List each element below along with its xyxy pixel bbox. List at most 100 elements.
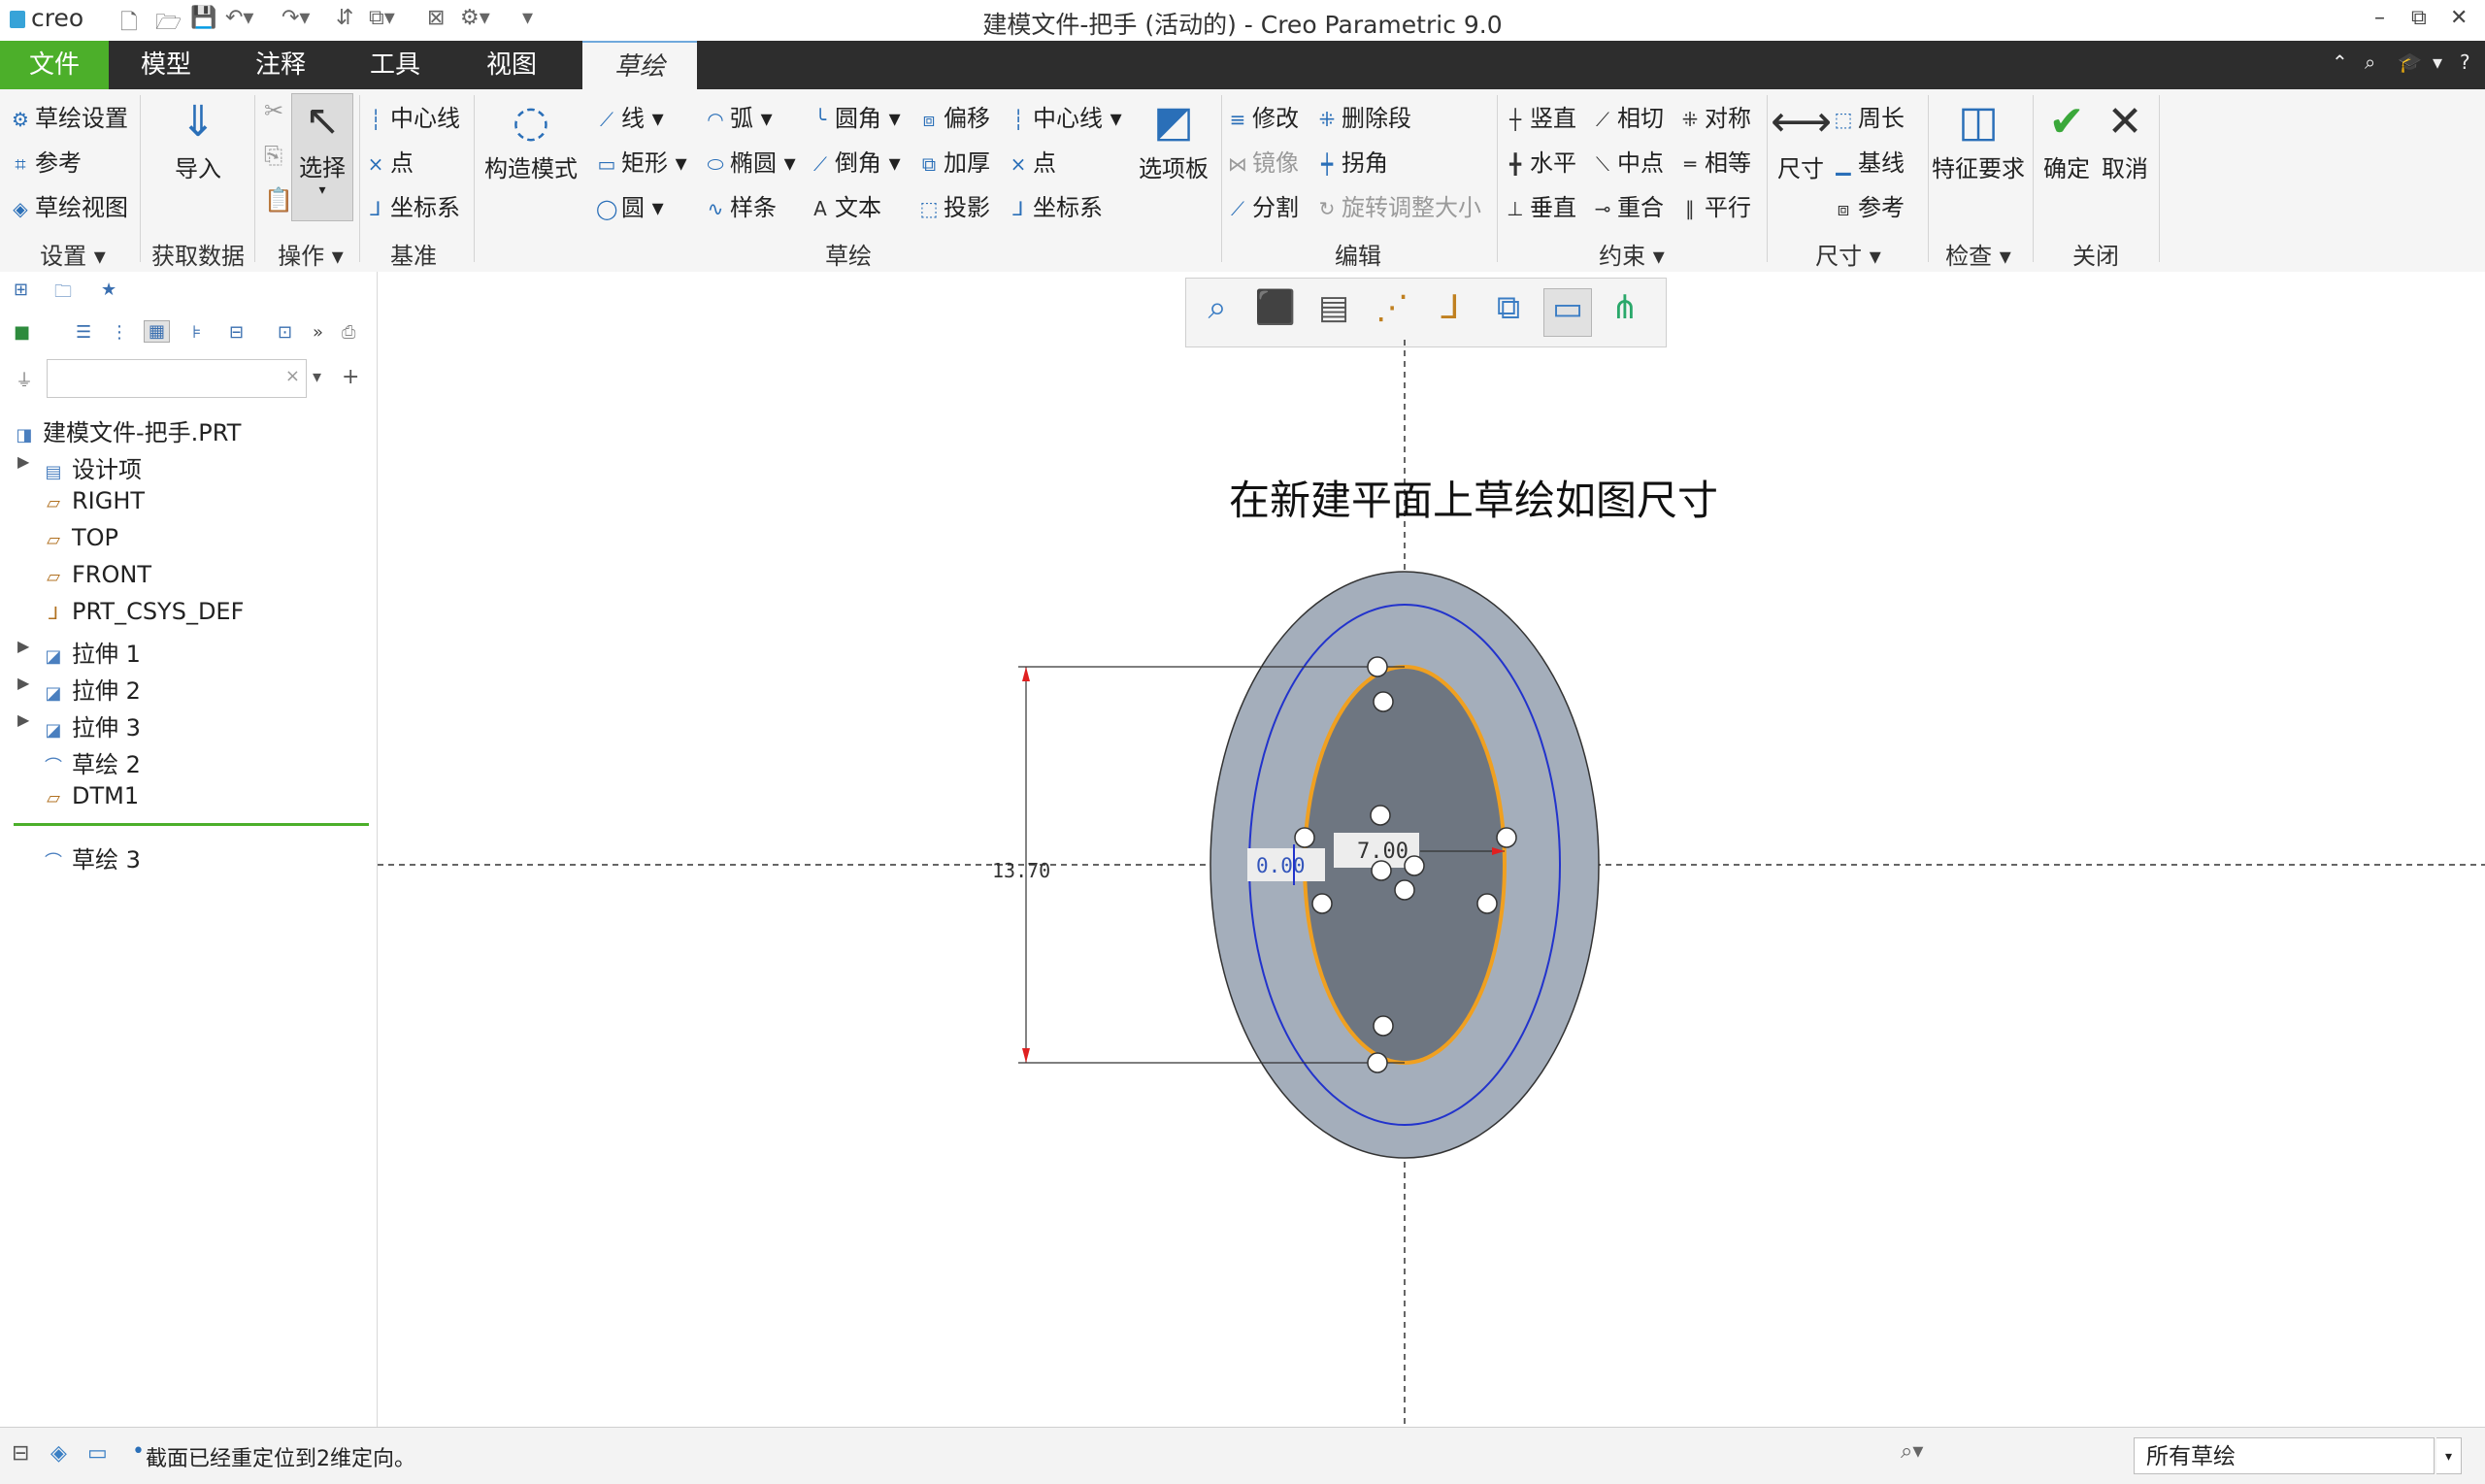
toggle-navigator-icon[interactable]: ⊟: [12, 1441, 29, 1466]
constraint-marker[interactable]: [1371, 860, 1392, 881]
fillet-button[interactable]: ╰ 圆角 ▾: [810, 99, 901, 133]
collapse-ribbon-icon[interactable]: ⌃: [2332, 50, 2348, 74]
paste-icon[interactable]: 📋: [264, 186, 293, 214]
tree-settings-icon[interactable]: ⊡: [278, 322, 292, 343]
tree-item-front[interactable]: ▱ FRONT: [43, 561, 151, 588]
tab-tools[interactable]: 工具: [338, 41, 452, 89]
find-icon[interactable]: ⌕▾: [1901, 1439, 1923, 1464]
browser-icon[interactable]: ◈: [50, 1441, 67, 1466]
tab-file[interactable]: 文件: [0, 41, 109, 89]
sketch-point-button[interactable]: × 点: [1008, 144, 1056, 178]
sketch-csys-button[interactable]: ⅃ 坐标系: [1008, 188, 1103, 222]
parallel-constraint-button[interactable]: ∥ 平行: [1679, 188, 1751, 222]
tree-page-icon[interactable]: ⎙: [342, 322, 355, 343]
palette-button[interactable]: ◩ 选项板: [1130, 95, 1217, 183]
rotate-resize-button[interactable]: ↻ 旋转调整大小: [1316, 188, 1481, 222]
clear-icon[interactable]: ×: [285, 366, 300, 386]
construction-mode-button[interactable]: ◌ 构造模式: [478, 95, 584, 183]
perimeter-button[interactable]: ⬚ 周长: [1833, 99, 1905, 133]
chevron-down-icon[interactable]: ▾: [2436, 1437, 2462, 1474]
model-display-icon[interactable]: ■: [14, 322, 30, 343]
add-icon[interactable]: +: [342, 365, 359, 389]
sketch-setup-button[interactable]: ⚙ 草绘设置: [10, 99, 128, 133]
reference-dimension-button[interactable]: ⧈ 参考: [1833, 188, 1905, 222]
learning-icon[interactable]: 🎓: [2398, 50, 2422, 74]
line-button[interactable]: ⟋ 线 ▾: [596, 99, 664, 133]
spline-button[interactable]: ∿ 样条: [705, 188, 777, 222]
chamfer-button[interactable]: ⟋ 倒角 ▾: [810, 144, 901, 178]
tree-item-extrude-1[interactable]: ▶ ◪ 拉伸 1: [17, 635, 141, 669]
ok-button[interactable]: ✔ 确定: [2038, 95, 2095, 183]
close-button[interactable]: ✕: [2450, 6, 2468, 30]
vertical-constraint-button[interactable]: ┼ 竖直: [1505, 99, 1576, 133]
tree-filter-settings-icon[interactable]: ⊧: [192, 322, 201, 343]
tab-annotate[interactable]: 注释: [223, 41, 338, 89]
cut-icon[interactable]: ✂: [264, 97, 283, 124]
tree-item-sketch-3[interactable]: ⌒ 草绘 3: [43, 841, 141, 874]
copy-icon[interactable]: ⎘: [264, 142, 282, 169]
full-screen-icon[interactable]: ▭: [87, 1441, 108, 1466]
height-dimension-label[interactable]: 13.70: [992, 859, 1050, 882]
search-icon[interactable]: ⌕: [2365, 50, 2375, 74]
offset-dimension-label[interactable]: 0.00: [1256, 854, 1306, 877]
constraint-marker[interactable]: [1394, 879, 1415, 901]
tree-item-dtm1[interactable]: ▱ DTM1: [43, 782, 139, 809]
thicken-button[interactable]: ⧉ 加厚: [918, 144, 990, 178]
datum-centerline-button[interactable]: ┆ 中心线: [365, 99, 460, 133]
feature-requirements-button[interactable]: ◫ 特征要求: [1932, 95, 2025, 183]
tab-view[interactable]: 视图: [452, 41, 571, 89]
references-button[interactable]: ⌗ 参考: [10, 144, 82, 178]
constraint-marker[interactable]: [1294, 827, 1315, 848]
modify-button[interactable]: ≡ 修改: [1227, 99, 1299, 133]
divide-button[interactable]: ⟋ 分割: [1227, 188, 1299, 222]
select-button[interactable]: ↖ 选择 ▾: [291, 93, 353, 221]
favorites-tab-icon[interactable]: ★: [101, 280, 116, 300]
offset-button[interactable]: ⧈ 偏移: [918, 99, 990, 133]
expand-arrow-icon[interactable]: ▶: [17, 674, 29, 692]
tree-item-right[interactable]: ▱ RIGHT: [43, 487, 145, 514]
tree-item-sketch-2[interactable]: ⌒ 草绘 2: [43, 745, 141, 779]
constraint-marker[interactable]: [1373, 691, 1394, 712]
tree-item-design-items[interactable]: ▶ ▤ 设计项: [17, 450, 142, 484]
maximize-button[interactable]: ⧉: [2411, 6, 2427, 30]
insert-here-marker[interactable]: [14, 823, 369, 826]
coincident-constraint-button[interactable]: ⊸ 重合: [1592, 188, 1664, 222]
ellipse-button[interactable]: ⬭ 椭圆 ▾: [705, 144, 795, 178]
arc-button[interactable]: ◠ 弧 ▾: [705, 99, 772, 133]
tree-item-csys[interactable]: ⅃ PRT_CSYS_DEF: [43, 598, 244, 625]
tree-search-input[interactable]: ×: [47, 359, 307, 398]
expand-arrow-icon[interactable]: ▶: [17, 637, 29, 655]
constraint-marker[interactable]: [1476, 893, 1498, 914]
tree-item-extrude-2[interactable]: ▶ ◪ 拉伸 2: [17, 672, 141, 706]
baseline-button[interactable]: ▁ 基线: [1833, 144, 1905, 178]
group-label-setup[interactable]: 设置 ▾: [19, 237, 126, 271]
datum-csys-button[interactable]: ⅃ 坐标系: [365, 188, 460, 222]
constraint-marker[interactable]: [1311, 893, 1333, 914]
circle-button[interactable]: ◯ 圆 ▾: [596, 188, 664, 222]
group-label-inspect[interactable]: 检查 ▾: [1932, 237, 2025, 271]
sketch-viewport[interactable]: 在新建平面上草绘如图尺寸 13.70 7.00 0.00: [378, 272, 2485, 1427]
selection-filter-dropdown[interactable]: 所有草绘: [2134, 1437, 2435, 1474]
graphics-area[interactable]: ⌕ ⬛ ▤ ⋰ ⅃ ⧉ ▭ ⋔ 在新建平面上草绘如图尺寸 13.70 7.00 …: [378, 272, 2485, 1427]
group-label-constrain[interactable]: 约束 ▾: [1505, 237, 1759, 271]
symmetric-constraint-button[interactable]: ⁜ 对称: [1679, 99, 1751, 133]
text-button[interactable]: A 文本: [810, 188, 881, 222]
filter-icon[interactable]: ⏚: [16, 367, 33, 392]
constraint-marker[interactable]: [1367, 1052, 1388, 1073]
corner-button[interactable]: ┿ 拐角: [1316, 144, 1388, 178]
sketch-centerline-button[interactable]: ┆ 中心线 ▾: [1008, 99, 1122, 133]
minimize-button[interactable]: –: [2374, 6, 2385, 30]
sketch-view-button[interactable]: ◈ 草绘视图: [10, 188, 128, 222]
help-icon[interactable]: ?: [2460, 50, 2470, 74]
folder-browser-tab-icon[interactable]: 🗀: [54, 280, 72, 309]
more-icon[interactable]: ▾: [2433, 50, 2442, 74]
horizontal-constraint-button[interactable]: ╋ 水平: [1505, 144, 1576, 178]
import-button[interactable]: ⇓ 导入: [146, 95, 250, 183]
mirror-button[interactable]: ⋈ 镜像: [1227, 144, 1299, 178]
width-dimension-label[interactable]: 7.00: [1357, 840, 1408, 864]
expand-arrow-icon[interactable]: ▶: [17, 710, 29, 729]
tree-root[interactable]: ◨ 建模文件-把手.PRT: [14, 413, 241, 447]
equal-constraint-button[interactable]: ═ 相等: [1679, 144, 1751, 178]
model-tree-tab-icon[interactable]: ⊞: [14, 280, 28, 300]
filter-dropdown-icon[interactable]: ▾: [313, 367, 321, 387]
